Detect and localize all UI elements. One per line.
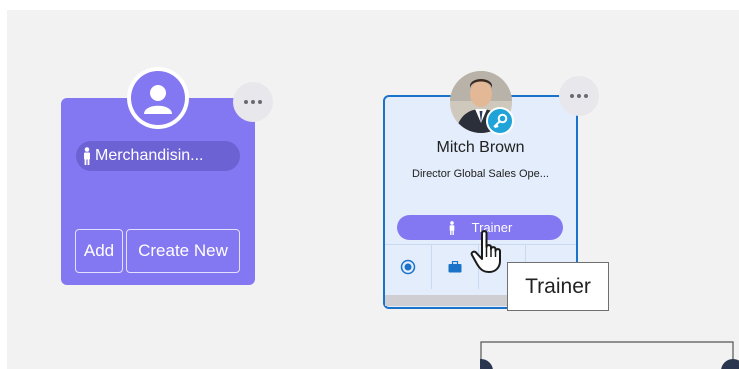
briefcase-icon	[448, 261, 462, 273]
add-button[interactable]: Add	[75, 229, 123, 273]
person-icon	[144, 85, 172, 114]
more-dots-icon	[244, 100, 248, 104]
role-tooltip: Trainer	[507, 262, 609, 311]
radio-target-icon	[400, 259, 416, 275]
vacant-avatar	[127, 67, 189, 129]
tab-details[interactable]	[385, 245, 432, 289]
key-icon	[493, 113, 508, 129]
vacant-role-pill[interactable]: Merchandisin...	[76, 141, 240, 171]
employee-name: Mitch Brown	[436, 139, 525, 156]
employee-card-more-button[interactable]	[559, 76, 599, 116]
person-standing-icon	[449, 220, 454, 235]
vacant-role-label: Merchandisin...	[95, 147, 204, 164]
person-standing-icon	[84, 147, 90, 165]
hand-pointer-icon	[470, 230, 501, 273]
create-new-button[interactable]: Create New	[126, 229, 240, 273]
more-dots-icon	[570, 94, 574, 98]
vacant-card-more-button[interactable]	[233, 82, 273, 122]
employee-title: Director Global Sales Ope...	[412, 168, 549, 180]
key-badge	[486, 107, 514, 135]
org-connector-lines	[480, 341, 739, 369]
